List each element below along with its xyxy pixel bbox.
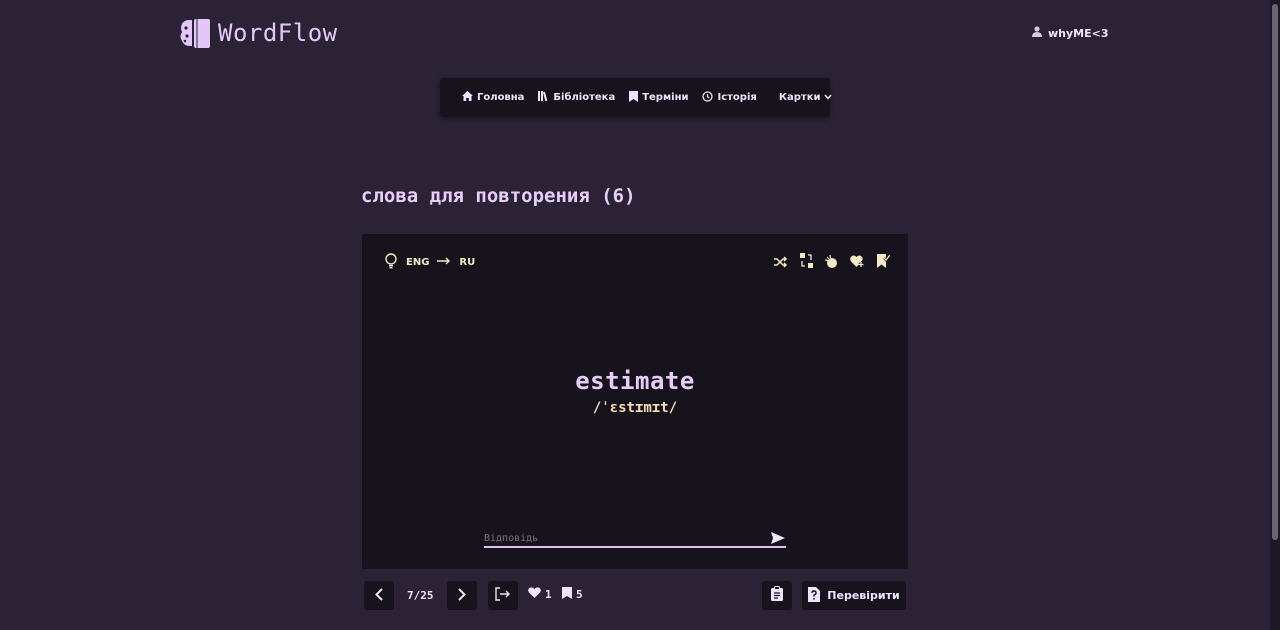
target-language: RU bbox=[459, 256, 476, 268]
exit-icon bbox=[495, 586, 511, 605]
chevron-down-icon bbox=[824, 92, 833, 103]
user-icon bbox=[1032, 26, 1042, 40]
lightbulb-icon[interactable] bbox=[384, 252, 398, 272]
card-actions bbox=[774, 252, 892, 272]
check-button[interactable]: Перевірити bbox=[802, 581, 906, 610]
user-name: whyME<3 bbox=[1048, 26, 1109, 40]
home-icon bbox=[462, 91, 473, 104]
check-label: Перевірити bbox=[827, 589, 900, 602]
nav-item-library[interactable]: Бібліотека bbox=[538, 91, 615, 104]
page-title: слова для повторения (6) bbox=[361, 185, 636, 207]
answer-field-wrapper bbox=[484, 530, 786, 548]
shuffle-icon[interactable] bbox=[774, 253, 788, 272]
main-nav: Головна Бібліотека Терміни Історія Картк… bbox=[440, 78, 833, 117]
scrollbar[interactable] bbox=[1270, 0, 1280, 630]
flashcard[interactable]: ENG RU estimate /ˈɛstɪmɪt/ bbox=[362, 234, 908, 569]
nav-label-library: Бібліотека bbox=[553, 92, 616, 103]
language-direction: ENG RU bbox=[384, 252, 476, 272]
nav-item-terms[interactable]: Терміни bbox=[629, 90, 689, 105]
send-icon[interactable] bbox=[770, 530, 786, 546]
likes-count: 1 bbox=[528, 587, 552, 601]
nav-label-cards: Картки bbox=[778, 92, 821, 103]
history-icon bbox=[702, 90, 714, 105]
logo[interactable]: WordFlow bbox=[178, 14, 338, 52]
card-position: 7/25 bbox=[407, 589, 434, 602]
prev-card-button[interactable] bbox=[364, 581, 394, 610]
app-name: WordFlow bbox=[218, 19, 338, 47]
bookmark-icon bbox=[562, 587, 572, 602]
user-menu[interactable]: whyME<3 bbox=[1032, 26, 1109, 40]
nav-item-home[interactable]: Головна bbox=[462, 91, 524, 104]
clipboard-button[interactable] bbox=[762, 581, 792, 610]
nav-label-home: Головна bbox=[477, 92, 525, 103]
nav-label-history: Історія bbox=[717, 92, 757, 103]
heart-icon bbox=[528, 587, 541, 601]
card-toolbar: ENG RU bbox=[384, 252, 892, 272]
question-file-icon bbox=[808, 586, 821, 605]
chevron-left-icon bbox=[375, 586, 383, 605]
brain-book-icon bbox=[178, 14, 212, 52]
saved-value: 5 bbox=[576, 588, 583, 601]
card-word: estimate bbox=[575, 367, 695, 395]
clipboard-icon bbox=[771, 586, 783, 605]
answer-input[interactable] bbox=[484, 532, 770, 544]
next-card-button[interactable] bbox=[447, 581, 477, 610]
finger-snap-icon[interactable] bbox=[824, 253, 838, 272]
scrollbar-thumb[interactable] bbox=[1272, 4, 1278, 540]
heart-add-icon[interactable] bbox=[850, 253, 865, 272]
swap-icon[interactable] bbox=[800, 252, 813, 272]
bookmark-check-icon[interactable] bbox=[877, 253, 892, 272]
exit-button[interactable] bbox=[488, 581, 518, 610]
nav-label-terms: Терміни bbox=[642, 92, 689, 103]
nav-dropdown-cards[interactable]: Картки bbox=[779, 92, 833, 103]
chevron-right-icon bbox=[458, 586, 466, 605]
card-transcription: /ˈɛstɪmɪt/ bbox=[592, 400, 678, 416]
arrow-right-icon bbox=[437, 257, 451, 268]
bookmark-icon bbox=[629, 90, 639, 105]
likes-value: 1 bbox=[545, 587, 552, 601]
library-icon bbox=[538, 91, 549, 104]
saved-count: 5 bbox=[562, 587, 583, 602]
nav-item-history[interactable]: Історія bbox=[702, 90, 757, 105]
source-language: ENG bbox=[406, 256, 430, 268]
